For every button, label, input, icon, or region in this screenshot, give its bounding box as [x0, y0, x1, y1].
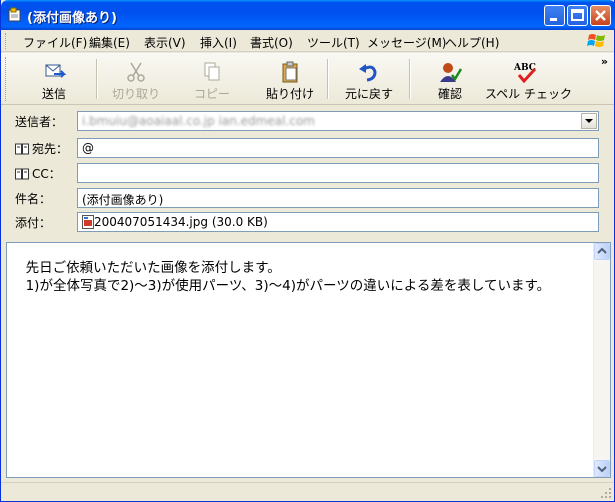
toolbar-overflow-chevron[interactable]: » — [601, 55, 608, 68]
minimize-button[interactable] — [544, 5, 565, 26]
menu-edit[interactable]: 編集(E) — [89, 34, 130, 51]
vertical-scrollbar[interactable] — [593, 243, 610, 477]
window-title: (添付画像あり) — [27, 11, 117, 26]
scroll-down-button[interactable] — [594, 460, 610, 477]
paste-label: 貼り付け — [265, 87, 314, 101]
paste-button[interactable]: 貼り付け — [257, 55, 323, 103]
to-value: @ — [82, 141, 94, 155]
chevron-down-icon — [597, 466, 607, 473]
from-select[interactable]: i.bmuiu@aoaiaal.co.jp ian.edmeal.com — [77, 111, 599, 131]
maximize-button[interactable] — [567, 5, 588, 26]
spell-check-button[interactable]: ABC スペル チェック — [485, 55, 572, 103]
address-book-icon — [15, 168, 29, 180]
copy-icon — [204, 62, 220, 81]
to-field[interactable]: @ — [77, 138, 599, 158]
subject-label: 件名： — [15, 192, 52, 206]
cc-label: CC： — [32, 167, 61, 181]
maximize-icon — [571, 9, 584, 21]
cut-label: 切り取り — [111, 87, 160, 101]
subject-value: (添付画像あり) — [82, 193, 164, 207]
windows-logo-icon — [587, 34, 605, 47]
attachment-value[interactable]: 200407051434.jpg (30.0 KB) — [94, 215, 268, 229]
menu-file[interactable]: ファイル(F) — [23, 34, 87, 51]
chevron-down-icon — [585, 119, 593, 123]
menu-format[interactable]: 書式(O) — [250, 34, 293, 51]
send-label: 送信 — [41, 87, 66, 101]
toolbar-separator — [96, 59, 98, 99]
menu-insert[interactable]: 挿入(I) — [200, 34, 237, 51]
copy-label: コピー — [193, 87, 230, 101]
scroll-up-button[interactable] — [594, 243, 610, 260]
cc-label-button[interactable]: CC： — [15, 165, 61, 182]
cut-button[interactable]: 切り取り — [103, 55, 169, 103]
address-book-icon — [15, 143, 29, 155]
to-label-button[interactable]: 宛先： — [15, 140, 68, 157]
spell-check-icon: ABC — [513, 63, 537, 83]
close-button[interactable] — [590, 5, 611, 26]
menu-help[interactable]: ヘルプ(H) — [445, 34, 499, 51]
menu-grip[interactable] — [5, 33, 8, 49]
menu-bar: ファイル(F) 編集(E) 表示(V) 挿入(I) 書式(O) ツール(T) メ… — [1, 30, 614, 52]
from-label: 送信者： — [15, 115, 64, 129]
attach-label: 添付： — [15, 216, 52, 230]
spell-label: スペル チェック — [485, 87, 572, 101]
status-bar — [1, 482, 614, 501]
compose-window: (添付画像あり) ファイル(F) 編集(E) 表示(V) 挿入(I) 書式(O)… — [0, 0, 615, 502]
undo-button[interactable]: 元に戻す — [335, 55, 403, 103]
close-icon — [595, 10, 606, 21]
menu-message[interactable]: メッセージ(M) — [367, 34, 446, 51]
title-bar[interactable]: (添付画像あり) — [1, 0, 615, 30]
toolbar-separator — [409, 59, 411, 99]
toolbar-separator — [327, 59, 329, 99]
message-icon — [8, 7, 21, 22]
message-body[interactable]: 先日ご依頼いただいた画像を添付します。 1)が全体写真で2)～3)が使用パーツ、… — [6, 242, 611, 478]
menu-tools[interactable]: ツール(T) — [307, 34, 360, 51]
from-value: i.bmuiu@aoaiaal.co.jp ian.edmeal.com — [82, 114, 315, 128]
check-names-icon — [440, 63, 462, 82]
check-names-button[interactable]: 確認 — [417, 55, 483, 103]
attachment-field[interactable]: 200407051434.jpg (30.0 KB) — [77, 212, 599, 232]
minimize-icon — [550, 18, 557, 21]
toolbar: 送信 切り取り コピー 貼り付け 元に戻す 確認 ABC スペル チェック » — [1, 53, 614, 105]
message-body-text[interactable]: 先日ご依頼いただいた画像を添付します。 1)が全体写真で2)～3)が使用パーツ、… — [17, 259, 582, 295]
chevron-up-icon — [597, 247, 607, 254]
scissors-icon — [127, 62, 145, 82]
copy-button[interactable]: コピー — [179, 55, 245, 103]
menu-view[interactable]: 表示(V) — [144, 34, 186, 51]
resize-grip-icon[interactable] — [600, 487, 612, 499]
send-button[interactable]: 送信 — [15, 55, 93, 103]
send-icon — [45, 64, 66, 78]
subject-field[interactable]: (添付画像あり) — [77, 188, 599, 208]
from-dropdown-button[interactable] — [581, 113, 597, 129]
undo-label: 元に戻す — [344, 87, 393, 101]
cc-field[interactable] — [77, 163, 599, 183]
image-file-icon — [82, 215, 94, 229]
to-label: 宛先： — [32, 142, 69, 156]
toolbar-grip[interactable] — [5, 57, 8, 101]
undo-icon — [359, 64, 377, 82]
check-label: 確認 — [437, 87, 462, 101]
clipboard-icon — [282, 61, 298, 83]
